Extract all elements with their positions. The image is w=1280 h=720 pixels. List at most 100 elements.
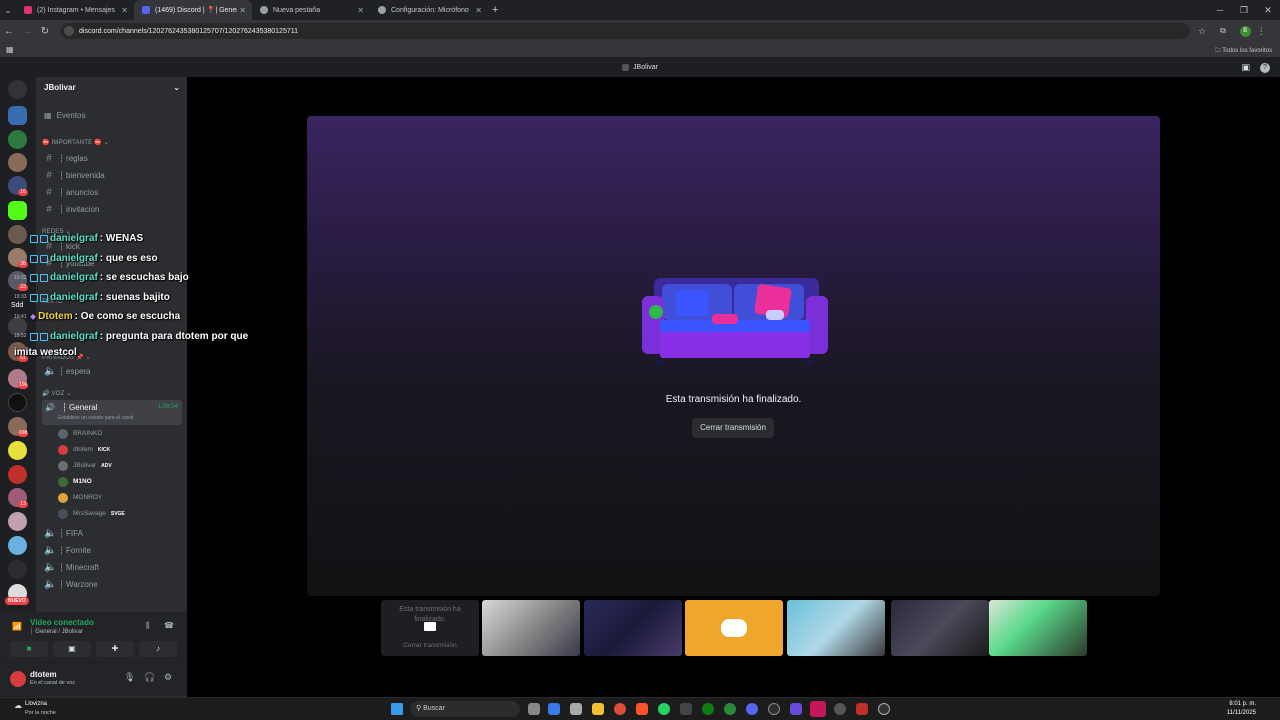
app-icon-active[interactable] <box>810 701 826 717</box>
avatar[interactable] <box>10 671 26 687</box>
whatsapp-icon[interactable] <box>658 703 670 715</box>
channel-warzone[interactable]: 🔈 ┆ Warzone <box>44 576 184 592</box>
voice-user[interactable]: dtotem KICK <box>58 442 110 457</box>
server-icon[interactable] <box>8 512 27 531</box>
profile-avatar[interactable]: B <box>1239 25 1251 37</box>
tab-search-icon[interactable]: ⌄ <box>0 6 16 15</box>
participant-video[interactable] <box>989 600 1087 656</box>
taskbar-search[interactable]: ⚲ Buscar <box>410 701 520 717</box>
folder-icon[interactable] <box>592 703 604 715</box>
url-field[interactable]: discord.com/channels/1202762435380125707… <box>60 23 1190 39</box>
participant-avatar-tile[interactable] <box>685 600 783 656</box>
category-importante[interactable]: ⛔ IMPORTANTE ⛔ ⌄ <box>42 139 109 146</box>
discord-title-bar: JBolivar ▣ ? <box>0 58 1280 77</box>
gem-icon: ◆ <box>30 312 37 321</box>
maximize-icon[interactable]: ❐ <box>1232 0 1256 20</box>
app-icon[interactable] <box>834 703 846 715</box>
events-item[interactable]: ▦ Eventos <box>44 107 184 123</box>
participant-video[interactable] <box>891 600 989 656</box>
new-tab-button[interactable]: + <box>492 4 498 16</box>
copilot-icon[interactable] <box>548 703 560 715</box>
server-header[interactable]: JBolivar ⌄ <box>44 83 180 95</box>
stream-thumbnail-ended[interactable]: Esta transmisión ha finalizado. Cerrar t… <box>381 600 479 656</box>
close-window-icon[interactable]: ✕ <box>1256 0 1280 20</box>
store-icon[interactable] <box>570 703 582 715</box>
server-icon[interactable] <box>8 153 27 172</box>
channel-bienvenida[interactable]: # ┆ bienvenida <box>44 167 184 183</box>
server-icon[interactable] <box>8 225 27 244</box>
noise-suppression-icon[interactable]: ⫼ <box>146 621 150 631</box>
discord-taskbar-icon[interactable] <box>746 703 758 715</box>
back-icon[interactable]: ← <box>0 26 18 37</box>
channel-general-active[interactable]: 🔊 ┆ General 1:08:54 Establece un estado … <box>42 400 182 425</box>
server-icon[interactable] <box>8 130 27 149</box>
tab-discord[interactable]: (1469) Discord | 📍| Genera ✕ <box>134 0 252 20</box>
channel-anuncios[interactable]: # ┆ anuncios <box>44 184 184 200</box>
channel-reglas[interactable]: # ┆ reglas <box>44 150 184 166</box>
participant-video[interactable] <box>584 600 682 656</box>
participant-video[interactable] <box>787 600 885 656</box>
star-icon[interactable]: ☆ <box>1198 26 1206 37</box>
activities-button[interactable]: ✚ <box>96 641 134 657</box>
camera-button[interactable]: ■ <box>10 641 48 657</box>
task-view-icon[interactable] <box>528 703 540 715</box>
apps-icon[interactable]: ▦ <box>6 45 14 54</box>
server-icon[interactable] <box>8 465 27 484</box>
bookmarks-bar: ▦ 🗀 Todos los favoritos <box>0 42 1280 58</box>
site-info-icon[interactable] <box>64 26 74 36</box>
microphone-icon[interactable]: 🎙 <box>124 672 135 683</box>
participant-video[interactable] <box>482 600 580 656</box>
discord-home-icon[interactable] <box>8 80 27 99</box>
bookmarks-folder[interactable]: 🗀 Todos los favoritos <box>1215 46 1272 56</box>
close-icon[interactable]: ✕ <box>121 6 128 15</box>
tab-settings[interactable]: Configuración: Micrófono ✕ <box>370 0 488 20</box>
close-icon[interactable]: ✕ <box>475 6 482 15</box>
channel-espera[interactable]: 🔈 ┆ espera <box>44 363 184 379</box>
soundboard-button[interactable]: ♪ <box>139 641 177 657</box>
server-icon[interactable] <box>8 393 27 412</box>
minimize-icon[interactable]: ─ <box>1208 0 1232 20</box>
gear-icon[interactable]: ⚙ <box>164 672 172 683</box>
app-icon[interactable] <box>790 703 802 715</box>
channel-minecraft[interactable]: 🔈 ┆ Minecraft <box>44 559 184 575</box>
obs-icon[interactable] <box>768 703 780 715</box>
help-icon[interactable]: ? <box>1260 62 1270 73</box>
headphones-icon[interactable]: 🎧 <box>144 672 155 683</box>
inbox-icon[interactable]: ▣ <box>1241 62 1250 73</box>
app-icon[interactable] <box>878 703 890 715</box>
brave-icon[interactable] <box>636 703 648 715</box>
voice-user[interactable]: M1NO <box>58 474 92 489</box>
channel-fifa[interactable]: 🔈 ┆ FIFA <box>44 525 184 541</box>
channel-invitacion[interactable]: # ┆ invitacion <box>44 201 184 217</box>
tab-instagram[interactable]: (2) Instagram • Mensajes ✕ <box>16 0 134 20</box>
channel-fornite[interactable]: 🔈 ┆ Fornite <box>44 542 184 558</box>
app-icon[interactable] <box>724 703 736 715</box>
voice-user[interactable]: MrsSavage SVGE <box>58 506 125 521</box>
xbox-icon[interactable] <box>702 703 714 715</box>
server-icon[interactable] <box>8 441 27 460</box>
close-icon[interactable]: ✕ <box>239 6 246 15</box>
chrome-icon[interactable] <box>614 703 626 715</box>
chat-message-continuation: imita westcol <box>14 347 77 358</box>
app-icon[interactable] <box>856 703 868 715</box>
voice-user[interactable]: BRAINKO <box>58 426 102 441</box>
voice-user[interactable]: MONROY <box>58 490 102 505</box>
close-stream-button[interactable]: Cerrar transmisión <box>692 418 774 438</box>
category-voz[interactable]: 🔊 VOZ ⌄ <box>42 390 72 397</box>
menu-icon[interactable]: ⋮ <box>1257 26 1266 37</box>
server-icon[interactable] <box>8 106 27 125</box>
disconnect-icon[interactable]: ☎ <box>164 621 174 630</box>
screenshare-button[interactable]: ▣ <box>53 641 91 657</box>
kick-server-icon[interactable] <box>8 201 27 220</box>
reload-icon[interactable]: ↻ <box>36 26 54 37</box>
extensions-icon[interactable]: ⧉ <box>1220 26 1226 36</box>
app-icon[interactable] <box>680 703 692 715</box>
forward-icon[interactable]: → <box>18 26 36 37</box>
close-icon[interactable]: ✕ <box>357 6 364 15</box>
server-icon[interactable] <box>8 560 27 579</box>
tab-new[interactable]: Nueva pestaña ✕ <box>252 0 370 20</box>
server-icon[interactable] <box>8 536 27 555</box>
windows-start-icon[interactable] <box>391 703 403 715</box>
badge-icon <box>30 254 38 263</box>
voice-user[interactable]: JBolivar ADV <box>58 458 112 473</box>
